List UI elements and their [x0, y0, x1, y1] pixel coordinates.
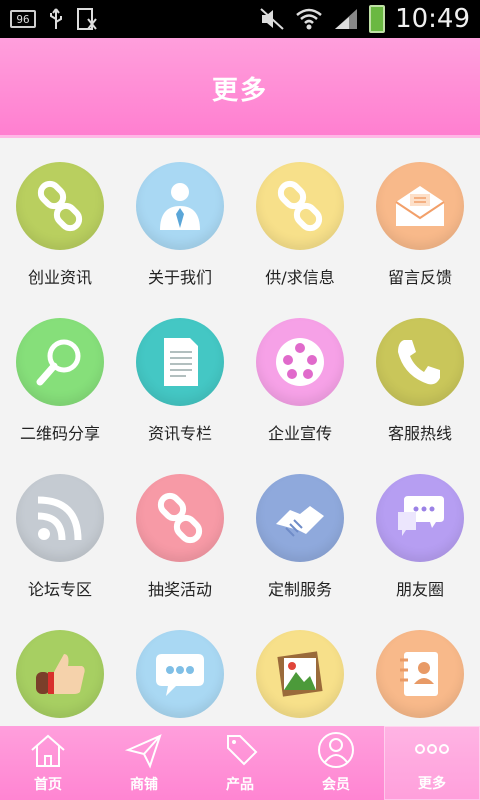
rss-icon	[16, 474, 104, 562]
person-suit-icon	[136, 162, 224, 250]
signal-icon	[335, 9, 358, 29]
envelope-icon	[376, 162, 464, 250]
status-bar: 96 10:49	[0, 0, 480, 38]
picture-icon	[256, 630, 344, 718]
film-reel-icon	[256, 318, 344, 406]
phone-icon	[376, 318, 464, 406]
tile-promo[interactable]: 企业宣传	[240, 294, 360, 450]
tile-feedback[interactable]: 留言反馈	[360, 138, 480, 294]
tile-supply-demand[interactable]: 供/求信息	[240, 138, 360, 294]
tile-label: 二维码分享	[19, 424, 100, 443]
tile-about-us[interactable]: 关于我们	[120, 138, 240, 294]
tile-forum[interactable]: 论坛专区	[0, 450, 120, 606]
tile-gallery[interactable]	[240, 606, 360, 726]
document-icon	[136, 318, 224, 406]
usb-icon	[50, 8, 62, 29]
nav-home[interactable]: 首页	[0, 726, 96, 800]
home-icon	[31, 734, 65, 767]
page-title: 更多	[211, 76, 268, 106]
tile-news-column[interactable]: 资讯专栏	[120, 294, 240, 450]
handshake-icon	[256, 474, 344, 562]
chain-link-icon	[16, 162, 104, 250]
nav-more[interactable]: 更多	[384, 726, 480, 800]
nav-label: 更多	[418, 776, 446, 792]
sim-card-icon	[77, 8, 97, 30]
tile-label: 供/求信息	[265, 268, 335, 287]
nav-products[interactable]: 产品	[192, 726, 288, 800]
tile-label: 抽奖活动	[147, 580, 212, 599]
bottom-navigation: 首页 商铺 产品 会员 更多	[0, 726, 480, 800]
tile-contacts[interactable]	[360, 606, 480, 726]
tile-lottery[interactable]: 抽奖活动	[120, 450, 240, 606]
nav-label: 商铺	[130, 777, 158, 793]
paper-plane-icon	[124, 734, 162, 769]
tile-label: 留言反馈	[387, 268, 452, 287]
nav-label: 首页	[34, 777, 62, 793]
nav-shops[interactable]: 商铺	[96, 726, 192, 800]
magnifier-icon	[16, 318, 104, 406]
tile-custom-service[interactable]: 定制服务	[240, 450, 360, 606]
tile-label: 客服热线	[387, 424, 452, 443]
contact-book-icon	[376, 630, 464, 718]
wifi-icon	[296, 8, 322, 30]
user-icon	[318, 732, 354, 768]
tile-service-hotline[interactable]: 客服热线	[360, 294, 480, 450]
notification-badge: 96	[10, 10, 36, 28]
tile-label: 论坛专区	[27, 580, 92, 599]
tile-label: 资讯专栏	[147, 424, 212, 443]
nav-member[interactable]: 会员	[288, 726, 384, 800]
tile-qr-share[interactable]: 二维码分享	[0, 294, 120, 450]
clock: 10:49	[395, 4, 470, 34]
more-dots-icon	[415, 744, 449, 754]
chat-bubbles-icon	[376, 474, 464, 562]
page-header: 更多	[0, 38, 480, 138]
tile-label: 企业宣传	[267, 424, 332, 443]
chain-link-icon	[136, 474, 224, 562]
tile-label: 定制服务	[267, 580, 332, 599]
chain-link-icon	[256, 162, 344, 250]
sale-tag-icon	[227, 735, 258, 766]
nav-label: 产品	[226, 777, 254, 793]
thumbs-up-icon	[16, 630, 104, 718]
tile-label: 关于我们	[147, 268, 212, 287]
battery-icon	[369, 5, 386, 33]
tile-chat[interactable]	[120, 606, 240, 726]
tile-moments[interactable]: 朋友圈	[360, 450, 480, 606]
mute-icon	[260, 8, 284, 30]
tile-label: 朋友圈	[395, 580, 444, 599]
tile-label: 创业资讯	[27, 268, 92, 287]
nav-label: 会员	[322, 777, 350, 793]
tile-startup-news[interactable]: 创业资讯	[0, 138, 120, 294]
tile-like[interactable]	[0, 606, 120, 726]
feature-grid: 创业资讯 关于我们 供/求信息 留言反馈 二维码分享 资讯专栏 企业宣传 客服热…	[0, 138, 480, 726]
speech-bubble-icon	[136, 630, 224, 718]
